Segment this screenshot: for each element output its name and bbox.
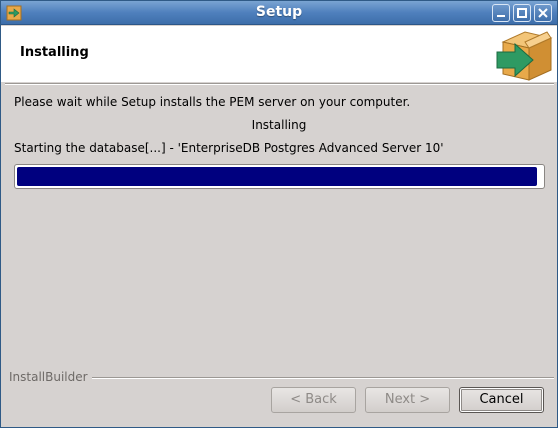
minimize-button[interactable]: [492, 4, 510, 22]
title-bar[interactable]: Setup: [1, 1, 557, 25]
close-button[interactable]: [534, 4, 552, 22]
next-button[interactable]: Next >: [365, 387, 450, 413]
minimize-icon: [497, 15, 505, 17]
progress-fill: [17, 167, 537, 186]
close-icon: [538, 8, 548, 18]
progress-bar: [14, 164, 545, 189]
maximize-icon: [517, 8, 527, 18]
installer-box-arrow-icon: [496, 31, 553, 81]
page-header: Installing: [1, 26, 557, 82]
brand-label: InstallBuilder: [9, 370, 92, 384]
footer-divider: [89, 377, 554, 379]
maximize-button[interactable]: [513, 4, 531, 22]
header-divider: [5, 83, 554, 85]
status-text: Installing: [251, 118, 307, 132]
back-button[interactable]: < Back: [271, 387, 356, 413]
window-title: Setup: [255, 4, 303, 20]
page-title: Installing: [20, 45, 89, 60]
progress-detail: Starting the database[...] - 'Enterprise…: [14, 141, 444, 155]
setup-window: Setup Installing Please wait while Setup…: [0, 0, 558, 428]
wait-message: Please wait while Setup installs the PEM…: [14, 95, 411, 109]
cancel-button[interactable]: Cancel: [459, 387, 544, 413]
